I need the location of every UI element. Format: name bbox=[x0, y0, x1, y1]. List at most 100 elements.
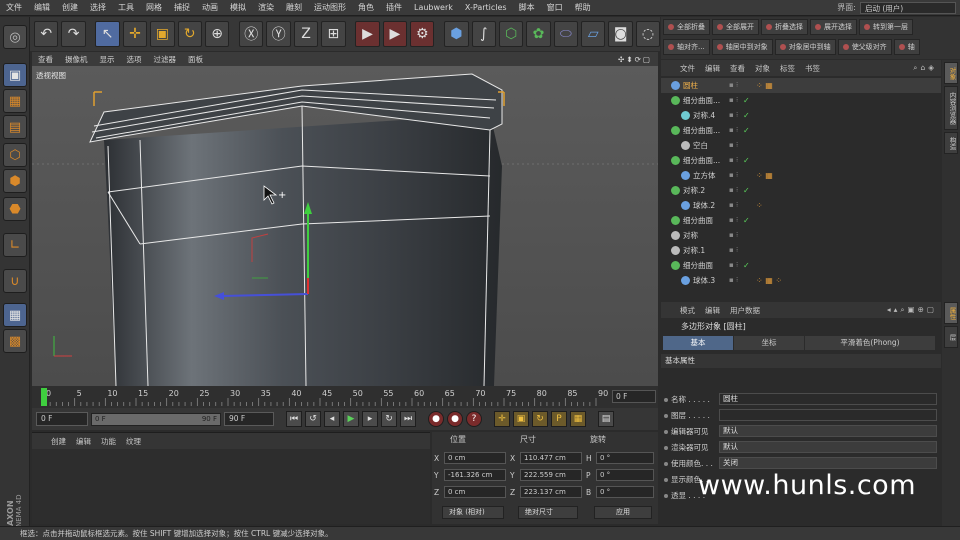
recent-tool-icon[interactable]: ⊕ bbox=[204, 21, 230, 47]
menu-simulate[interactable]: 模拟 bbox=[224, 2, 252, 13]
visibility-flags-icon[interactable]: ▪ ⁝ bbox=[729, 168, 738, 183]
enabled-check-icon[interactable]: ✓ bbox=[743, 123, 750, 138]
lock-workplane-icon[interactable]: ▩ bbox=[3, 329, 27, 353]
position-x-field[interactable]: 0 cm bbox=[444, 452, 506, 464]
om-menu-edit[interactable]: 编辑 bbox=[700, 63, 725, 74]
om-menu-tags[interactable]: 标签 bbox=[775, 63, 800, 74]
vtab-structure[interactable]: 构造 bbox=[944, 132, 958, 154]
camera-icon[interactable]: ◙ bbox=[608, 21, 633, 47]
visibility-flags-icon[interactable]: ▪ ⁝ bbox=[729, 123, 738, 138]
preview-range-slider[interactable]: 0 F 90 F bbox=[91, 412, 221, 426]
render-view-icon[interactable]: ▶ bbox=[355, 21, 380, 47]
object-name[interactable]: 对称.2 bbox=[683, 183, 705, 198]
timeline-ruler[interactable]: 0 5 10 15 20 25 30 35 40 45 50 55 60 65 70 75 80 85 90 0 F bbox=[32, 386, 658, 408]
vtab-attributes[interactable]: 属性 bbox=[944, 302, 958, 324]
size-y-field[interactable]: 222.559 cm bbox=[520, 469, 582, 481]
material-menu-texture[interactable]: 纹理 bbox=[121, 436, 146, 447]
prev-key-icon[interactable]: ↺ bbox=[305, 411, 321, 427]
object-name[interactable]: 细分曲面... bbox=[683, 93, 720, 108]
om-menu-view[interactable]: 查看 bbox=[725, 63, 750, 74]
undo-icon[interactable]: ↶ bbox=[34, 21, 59, 47]
next-frame-icon[interactable]: ▸ bbox=[362, 411, 378, 427]
size-x-field[interactable]: 110.477 cm bbox=[520, 452, 582, 464]
apply-button[interactable]: 应用 bbox=[594, 506, 652, 519]
visibility-flags-icon[interactable]: ▪ ⁝ bbox=[729, 93, 738, 108]
deformer-icon[interactable]: ⬭ bbox=[553, 21, 579, 47]
menu-snap[interactable]: 捕捉 bbox=[168, 2, 196, 13]
cloner-icon[interactable]: ✿ bbox=[526, 21, 551, 47]
axis-button[interactable]: 轴 bbox=[893, 39, 920, 55]
menu-mesh[interactable]: 网格 bbox=[140, 2, 168, 13]
animate-dot-icon[interactable] bbox=[664, 398, 668, 402]
animate-dot-icon[interactable] bbox=[664, 414, 668, 418]
viewport-menu-display[interactable]: 显示 bbox=[94, 54, 121, 65]
next-key-icon[interactable]: ↻ bbox=[381, 411, 397, 427]
go-to-start-icon[interactable]: ⏮ bbox=[286, 411, 302, 427]
visibility-flags-icon[interactable]: ▪ ⁝ bbox=[729, 213, 738, 228]
animate-dot-icon[interactable] bbox=[664, 478, 668, 482]
vtab-layers[interactable]: 层 bbox=[944, 326, 958, 348]
vtab-content-browser[interactable]: 内容浏览器 bbox=[944, 86, 958, 130]
attribute-input[interactable]: 圆柱 bbox=[719, 393, 937, 405]
menu-laubwerk[interactable]: Laubwerk bbox=[408, 3, 459, 12]
object-name[interactable]: 细分曲面... bbox=[683, 153, 720, 168]
menu-mograph[interactable]: 运动图形 bbox=[308, 2, 352, 13]
menu-help[interactable]: 帮助 bbox=[569, 2, 597, 13]
tab-basic[interactable]: 基本 bbox=[663, 336, 733, 350]
object-row[interactable]: 圆柱 ▪ ⁝ ⁘ ▦ bbox=[661, 78, 941, 93]
object-row[interactable]: 立方体 ▪ ⁝ ⁘ ▦ bbox=[661, 168, 941, 183]
timeline-window-icon[interactable]: ▤ bbox=[598, 411, 614, 427]
object-row[interactable]: 球体.3 ▪ ⁝ ⁘ ▦ ⁘ bbox=[661, 273, 941, 288]
object-name[interactable]: 圆柱 bbox=[683, 78, 698, 93]
attribute-dropdown[interactable]: 默认 bbox=[719, 441, 937, 453]
viewport-menu-cameras[interactable]: 摄像机 bbox=[59, 54, 94, 65]
object-name[interactable]: 对称 bbox=[683, 228, 698, 243]
texture-mode-icon[interactable]: ▦ bbox=[3, 89, 27, 113]
object-row[interactable]: 对称 ▪ ⁝ bbox=[661, 228, 941, 243]
rotation-h-field[interactable]: 0 ° bbox=[596, 452, 654, 464]
play-icon[interactable]: ▶ bbox=[343, 411, 359, 427]
animate-dot-icon[interactable] bbox=[664, 446, 668, 450]
perspective-viewport[interactable]: + 透视视图 bbox=[32, 66, 658, 386]
object-row[interactable]: 细分曲面 ▪ ⁝ ✓ bbox=[661, 258, 941, 273]
object-row[interactable]: 细分曲面 ▪ ⁝ ✓ bbox=[661, 213, 941, 228]
collapse-all-button[interactable]: 全部折叠 bbox=[663, 19, 710, 35]
scale-tool-icon[interactable]: ▣ bbox=[150, 21, 175, 47]
redo-icon[interactable]: ↷ bbox=[61, 21, 86, 47]
om-menu-objects[interactable]: 对象 bbox=[750, 63, 775, 74]
object-name[interactable]: 立方体 bbox=[693, 168, 716, 183]
end-frame-field[interactable]: 90 F bbox=[224, 412, 274, 426]
subdivision-surface-icon[interactable]: ⬡ bbox=[498, 21, 524, 47]
edges-mode-icon[interactable]: ⬢ bbox=[3, 169, 27, 193]
visibility-flags-icon[interactable]: ▪ ⁝ bbox=[729, 138, 738, 153]
y-axis-lock-icon[interactable]: Ⓨ bbox=[266, 21, 291, 47]
menu-edit[interactable]: 编辑 bbox=[28, 2, 56, 13]
menu-animate[interactable]: 动画 bbox=[196, 2, 224, 13]
move-tool-icon[interactable]: ✛ bbox=[122, 21, 148, 47]
size-mode-dropdown[interactable]: 绝对尺寸 bbox=[518, 506, 578, 519]
workplane-icon[interactable]: ▤ bbox=[3, 115, 27, 139]
object-name[interactable]: 球体.3 bbox=[693, 273, 715, 288]
workplane-grid-icon[interactable]: ▦ bbox=[3, 303, 27, 327]
object-name[interactable]: 球体.2 bbox=[693, 198, 715, 213]
object-name[interactable]: 对称.4 bbox=[693, 108, 715, 123]
material-menu-edit[interactable]: 编辑 bbox=[71, 436, 96, 447]
coordinate-system-icon[interactable]: ⊞ bbox=[321, 21, 346, 47]
am-nav-icons[interactable]: ◂▴⌕▣⊕▢ bbox=[882, 305, 941, 315]
object-row[interactable]: 细分曲面... ▪ ⁝ ✓ bbox=[661, 123, 941, 138]
animate-dot-icon[interactable] bbox=[664, 430, 668, 434]
om-menu-bookmarks[interactable]: 书签 bbox=[800, 63, 825, 74]
object-name[interactable]: 细分曲面 bbox=[683, 213, 713, 228]
visibility-flags-icon[interactable]: ▪ ⁝ bbox=[729, 78, 738, 93]
points-mode-icon[interactable]: ⬡ bbox=[3, 143, 27, 167]
coordinate-mode-dropdown[interactable]: 对象 (相对) bbox=[442, 506, 504, 519]
om-search-icons[interactable]: ⌕⌂◈ bbox=[908, 63, 941, 73]
key-param-icon[interactable]: P bbox=[551, 411, 567, 427]
size-z-field[interactable]: 223.137 cm bbox=[520, 486, 582, 498]
viewport-nav-icons[interactable]: ✣⬍⟳▢ bbox=[618, 55, 658, 64]
object-row[interactable]: 对称.2 ▪ ⁝ ✓ bbox=[661, 183, 941, 198]
rotate-tool-icon[interactable]: ↻ bbox=[177, 21, 202, 47]
layout-dropdown[interactable]: 启动 (用户) bbox=[860, 1, 956, 14]
material-menu-function[interactable]: 功能 bbox=[96, 436, 121, 447]
attribute-input[interactable] bbox=[719, 409, 937, 421]
